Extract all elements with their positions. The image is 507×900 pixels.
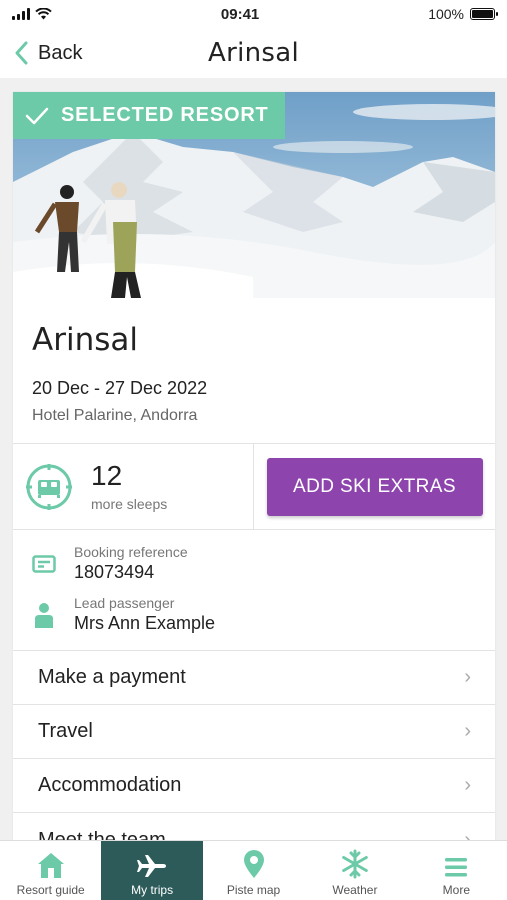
battery-icon <box>470 8 498 20</box>
resort-dates: 20 Dec - 27 Dec 2022 <box>32 378 208 398</box>
status-time: 09:41 <box>220 5 260 23</box>
chevron-right-icon: › <box>464 666 471 688</box>
sleeps-text-group: 12 more sleeps <box>91 459 168 512</box>
bed-clock-icon <box>26 463 72 510</box>
resort-name: Arinsal <box>32 322 138 358</box>
tab-label: Resort guide <box>16 883 85 897</box>
house-icon <box>37 853 64 878</box>
trip-menu: Make a payment › Travel › Accommodation … <box>13 651 495 852</box>
lead-passenger-value: Mrs Ann Example <box>74 613 216 633</box>
booking-reference-row: Booking reference 18073494 <box>32 544 476 583</box>
sleeps-label: more sleeps <box>91 495 168 512</box>
badge-label: SELECTED RESORT <box>61 104 269 126</box>
wifi-icon <box>35 8 52 20</box>
selected-resort-badge: SELECTED RESORT <box>13 92 285 139</box>
tab-my-trips[interactable]: My trips <box>101 841 203 900</box>
sleeps-countdown: 12 more sleeps <box>13 444 254 529</box>
tab-more[interactable]: More <box>406 841 507 900</box>
booking-reference-value: 18073494 <box>74 562 155 582</box>
map-pin-icon <box>243 850 264 878</box>
lead-passenger-row: Lead passenger Mrs Ann Example <box>32 595 476 634</box>
status-left <box>12 8 52 20</box>
booking-reference-label: Booking reference <box>74 544 188 560</box>
menu-item-make-payment[interactable]: Make a payment › <box>13 651 495 705</box>
resort-hotel: Hotel Palarine, Andorra <box>32 407 198 424</box>
nav-header: Back Arinsal <box>0 28 507 78</box>
booking-details: Booking reference 18073494 Lead passenge… <box>13 530 495 651</box>
status-right: 100% <box>428 6 498 22</box>
sleeps-row: 12 more sleeps ADD SKI EXTRAS <box>13 444 495 530</box>
menu-item-travel[interactable]: Travel › <box>13 705 495 759</box>
menu-item-accommodation[interactable]: Accommodation › <box>13 759 495 813</box>
snowflake-icon <box>342 849 368 879</box>
tab-resort-guide[interactable]: Resort guide <box>0 841 101 900</box>
extras-container: ADD SKI EXTRAS <box>254 444 495 529</box>
plane-icon <box>137 855 167 877</box>
menu-item-label: Accommodation <box>38 774 182 796</box>
resort-info: Arinsal 20 Dec - 27 Dec 2022 Hotel Palar… <box>13 298 495 444</box>
tab-piste-map[interactable]: Piste map <box>203 841 304 900</box>
back-button[interactable]: Back <box>14 28 82 78</box>
tab-bar: Resort guide My trips Piste map Weather <box>0 840 507 900</box>
menu-item-label: Make a payment <box>38 666 186 688</box>
hero-image: SELECTED RESORT <box>13 92 495 298</box>
back-label: Back <box>38 41 83 64</box>
person-icon <box>35 602 53 628</box>
chevron-left-icon <box>15 41 28 65</box>
add-ski-extras-button[interactable]: ADD SKI EXTRAS <box>266 457 483 516</box>
tab-label: My trips <box>131 883 174 897</box>
lead-passenger-label: Lead passenger <box>74 595 175 611</box>
tab-weather[interactable]: Weather <box>304 841 405 900</box>
tab-label: Weather <box>332 883 378 897</box>
cellular-signal-icon <box>12 8 30 20</box>
status-bar: 09:41 100% <box>0 0 507 28</box>
battery-percent: 100% <box>428 6 464 22</box>
page-title: Arinsal <box>208 38 299 68</box>
ticket-icon <box>32 554 56 573</box>
chevron-right-icon: › <box>464 774 471 796</box>
sleeps-count: 12 <box>91 459 123 491</box>
menu-icon <box>445 858 468 877</box>
menu-item-label: Travel <box>38 720 93 742</box>
chevron-right-icon: › <box>464 720 471 742</box>
tab-label: Piste map <box>226 883 281 897</box>
checkmark-icon <box>25 107 49 124</box>
tab-label: More <box>442 883 470 897</box>
resort-card: SELECTED RESORT Arinsal 20 Dec - 27 Dec … <box>13 92 495 852</box>
